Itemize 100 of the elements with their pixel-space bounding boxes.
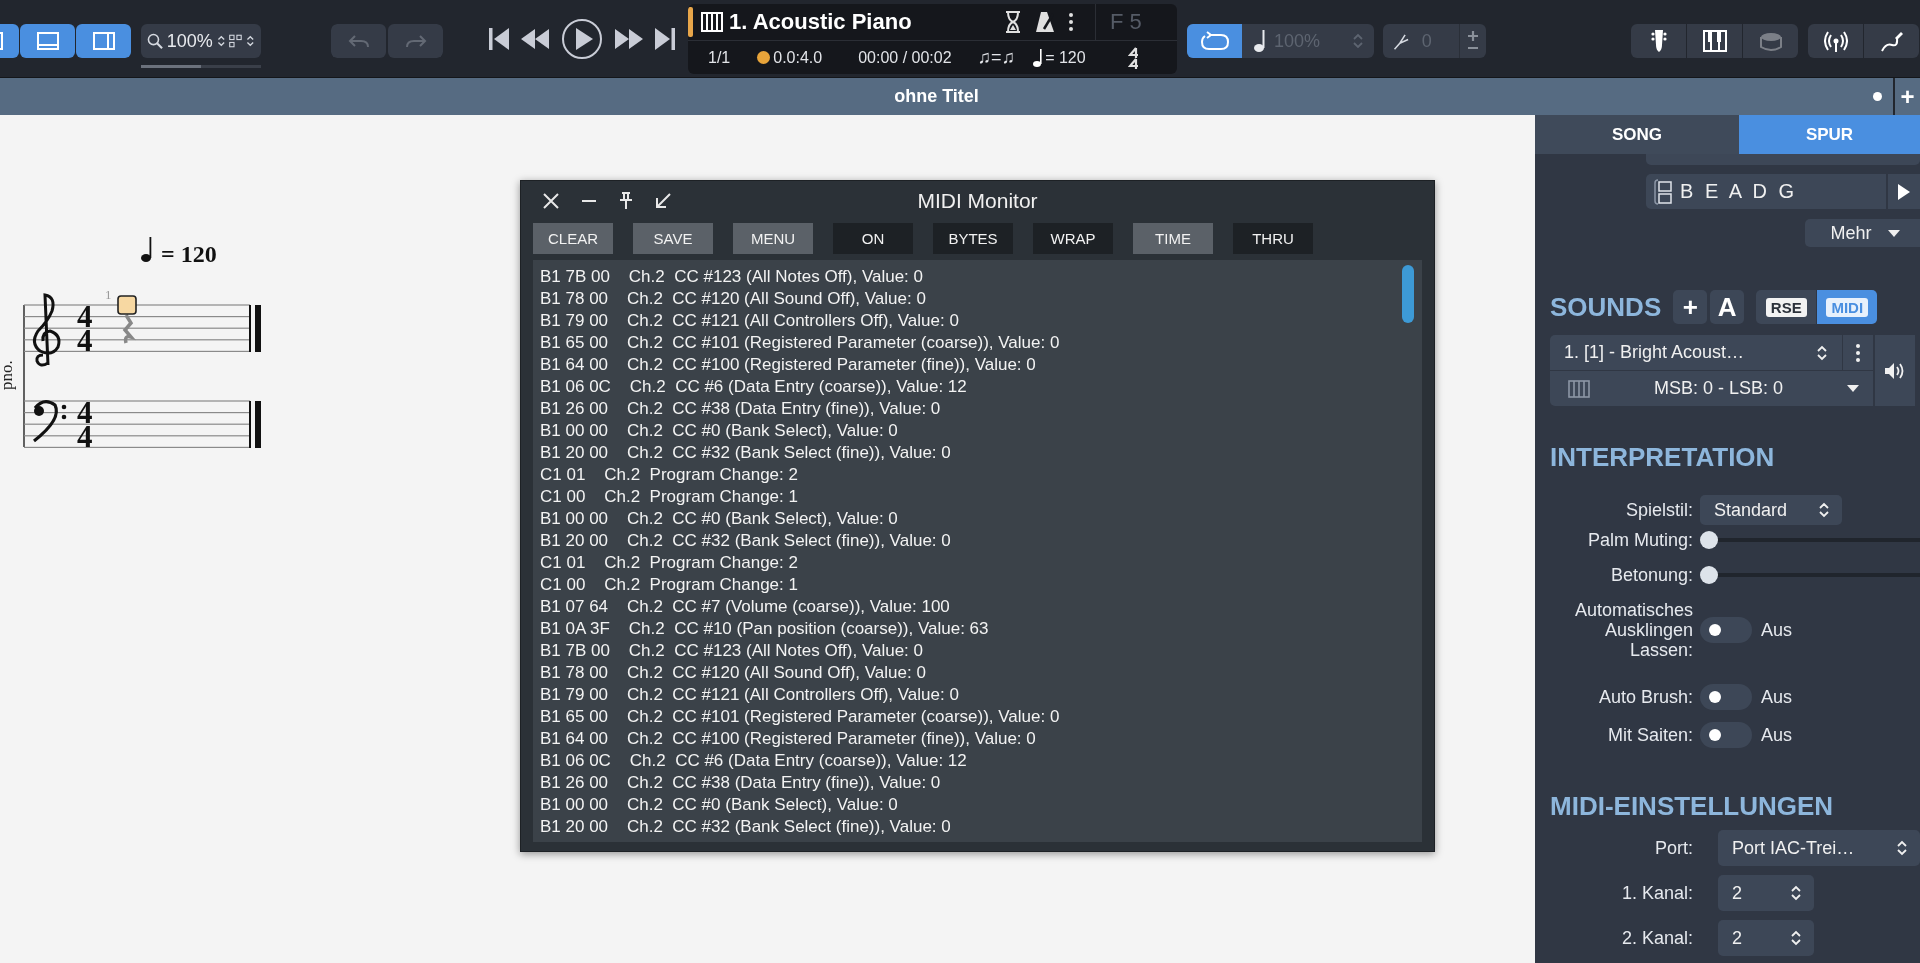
switch-state: Aus (1761, 724, 1793, 746)
window-title: MIDI Monitor (916, 189, 1039, 213)
toggle-switch[interactable] (1700, 722, 1752, 748)
speaker-button[interactable] (1875, 335, 1915, 406)
piano-view-button[interactable] (1687, 24, 1742, 58)
time-value: 00:00 / 00:02 (858, 48, 952, 67)
strings-icon (1654, 178, 1672, 205)
scrollbar-thumb[interactable] (1402, 265, 1414, 323)
tab[interactable]: SONG (1535, 115, 1739, 154)
cable-icon (1879, 29, 1904, 53)
selection-cursor[interactable] (117, 295, 137, 315)
more-icon (1856, 343, 1860, 362)
engine-tab[interactable]: RSE (1756, 290, 1817, 324)
caret-icon (1847, 385, 1859, 392)
more-button[interactable] (1843, 335, 1873, 370)
view-button[interactable] (76, 24, 131, 58)
wireless-view-button[interactable] (1808, 24, 1863, 58)
sound-select[interactable]: 1. [1] - Bright Acoust… (1550, 335, 1842, 370)
toggle-switch[interactable] (1700, 617, 1752, 643)
log-line: B1 78 00 Ch.2 CC #120 (All Sound Off), Value: 0 (540, 288, 927, 310)
loop-icon (1199, 31, 1230, 51)
log-line: B1 79 00 Ch.2 CC #121 (All Controllers Off), Value: 0 (540, 310, 960, 332)
loop-button[interactable] (1187, 24, 1242, 58)
rewind-icon[interactable] (521, 27, 549, 51)
section-heading: INTERPRETATION (1549, 443, 1776, 471)
hourglass-icon[interactable] (1005, 11, 1021, 33)
log-line: C1 01 Ch.2 Program Change: 2 (540, 464, 799, 486)
action-button[interactable]: MENU (733, 223, 813, 254)
final-barline (249, 401, 261, 448)
field-label: 1. Kanal: (1621, 883, 1693, 903)
toggle-button[interactable]: THRU (1233, 223, 1313, 254)
slider-thumb[interactable] (1700, 531, 1718, 549)
quarter-note-icon (1254, 29, 1266, 53)
piano-icon (701, 12, 723, 32)
add-button[interactable]: + (1673, 290, 1708, 324)
select-field[interactable]: 2 (1718, 920, 1814, 956)
select-field[interactable]: 2 (1718, 875, 1814, 911)
play-button[interactable] (1888, 174, 1920, 209)
final-barline (249, 305, 261, 352)
log-line: B1 65 00 Ch.2 CC #101 (Registered Parameter (coarse)), Value: 0 (540, 332, 1061, 354)
side-panel-icon (91, 31, 116, 51)
close-icon[interactable] (543, 193, 559, 209)
redo-icon (403, 32, 428, 50)
auto-button[interactable]: A (1710, 290, 1745, 324)
log-line: B1 26 00 Ch.2 CC #38 (Data Entry (fine)), Value: 0 (540, 772, 942, 794)
stepper-icon (1818, 501, 1830, 519)
section-heading: MIDI-EINSTELLUNGEN (1549, 792, 1835, 820)
key-display: F 5 (1095, 4, 1142, 40)
stepper-icon (1790, 929, 1802, 947)
quarter-rest-icon (123, 314, 133, 344)
piano-icon (1702, 29, 1727, 53)
more-icon[interactable] (1069, 13, 1073, 31)
toggle-button[interactable]: ON (833, 223, 913, 254)
document-title: ohne Titel (893, 86, 980, 107)
toggle-button[interactable]: TIME (1133, 223, 1213, 254)
zoom-control[interactable]: 100% (141, 24, 261, 58)
tuning-field[interactable] (1646, 154, 1920, 165)
action-button[interactable]: CLEAR (533, 223, 613, 254)
guitar-view-button[interactable] (1631, 24, 1686, 58)
warning-icon (757, 51, 771, 64)
log-line: B1 7B 00 Ch.2 CC #123 (All Notes Off), Value: 0 (540, 640, 924, 662)
skip-start-icon[interactable] (489, 26, 509, 52)
position-value: 0.0:4.0 (773, 48, 823, 67)
log-line: B1 20 00 Ch.2 CC #32 (Bank Select (fine)), Value: 0 (540, 816, 952, 838)
metronome-icon[interactable] (1035, 11, 1055, 33)
log-line: B1 26 00 Ch.2 CC #38 (Data Entry (fine)), Value: 0 (540, 398, 942, 420)
select-field[interactable]: Standard (1700, 495, 1842, 525)
action-button[interactable]: SAVE (633, 223, 713, 254)
toggle-button[interactable]: WRAP (1033, 223, 1113, 254)
treble-clef-icon (32, 293, 61, 367)
stepper-icon (1790, 884, 1802, 902)
tempo-marking: = 120 (161, 241, 217, 267)
slider-thumb[interactable] (1700, 566, 1718, 584)
field-label: Auto Brush: (1598, 687, 1693, 707)
log-line: B1 78 00 Ch.2 CC #120 (All Sound Off), Value: 0 (540, 662, 927, 684)
bank-select[interactable]: MSB: 0 - LSB: 0 (1550, 371, 1873, 406)
stepper-icon (1816, 343, 1828, 362)
piano-icon (1568, 379, 1590, 398)
undo-icon (346, 32, 371, 50)
cable-view-button[interactable] (1864, 24, 1919, 58)
arrow-down-left-icon[interactable] (655, 193, 671, 209)
more-button[interactable]: Mehr (1805, 219, 1920, 247)
tempo-value: = 120 (1045, 48, 1086, 67)
log-line: B1 7B 00 Ch.2 CC #123 (All Notes Off), Value: 0 (540, 266, 924, 288)
pin-icon[interactable] (619, 192, 633, 210)
view-button[interactable] (20, 24, 75, 58)
field-label: Port: (1655, 838, 1693, 858)
grid-icon[interactable] (229, 32, 243, 50)
play-icon[interactable] (561, 18, 603, 60)
plus-minus-icon[interactable] (1466, 30, 1481, 52)
toggle-switch[interactable] (1700, 684, 1752, 710)
skip-end-icon[interactable] (655, 26, 675, 52)
toggle-button[interactable]: BYTES (933, 223, 1013, 254)
log-line: B1 07 64 Ch.2 CC #7 (Volume (coarse)), Value: 100 (540, 596, 951, 618)
stepper-icon (1896, 839, 1908, 857)
bottom-panel-icon (35, 31, 60, 51)
zoom-scrollbar[interactable] (141, 65, 261, 68)
select-field[interactable]: Port IAC-Trei… (1718, 830, 1920, 866)
tuning-field[interactable]: B E A D G (1646, 174, 1886, 209)
fast-forward-icon[interactable] (615, 27, 643, 51)
